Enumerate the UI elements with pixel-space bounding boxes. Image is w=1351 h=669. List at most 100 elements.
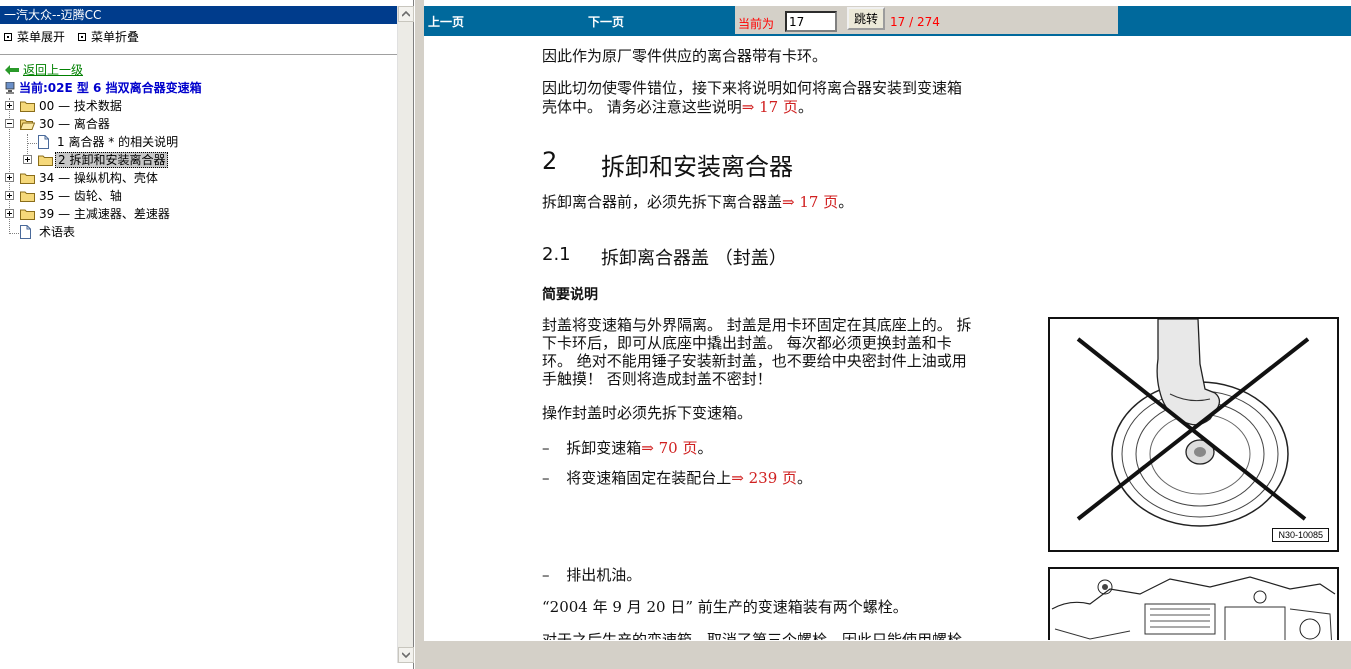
back-link-label: 返回上一级 bbox=[23, 63, 84, 77]
back-link[interactable]: 返回上一级 bbox=[5, 63, 83, 77]
expand-plus-icon[interactable] bbox=[23, 155, 32, 164]
folder-icon bbox=[20, 101, 35, 112]
tree-item-label: 00 — 技术数据 bbox=[39, 99, 122, 113]
navigation-frame: 一汽大众--迈腾CC 菜单展开 菜单折叠 返回上一级 当前:02E 型 6 挡双… bbox=[0, 0, 414, 669]
page-count: 17 / 274 bbox=[890, 15, 940, 29]
current-page-label: 当前为 bbox=[738, 17, 775, 31]
tree-item-label: 30 — 离合器 bbox=[39, 117, 110, 131]
content-frame: 上一页 下一页 当前为 跳转 17 / 274 因此作为原厂零件供应的离合器带有… bbox=[424, 0, 1351, 669]
scroll-up-button[interactable] bbox=[398, 6, 414, 22]
figure-gearbox bbox=[1048, 567, 1339, 640]
expand-plus-icon[interactable] bbox=[5, 191, 14, 200]
bottom-frame-border bbox=[424, 640, 1351, 669]
page-toolbar: 上一页 下一页 当前为 跳转 17 / 274 bbox=[424, 6, 1351, 36]
list-item: – 将变速箱固定在装配台上⇒ 239 页。 bbox=[542, 469, 812, 487]
menu-collapse-label: 菜单折叠 bbox=[91, 30, 140, 44]
divider bbox=[0, 54, 397, 55]
tree-item-00[interactable]: 00 — 技术数据 bbox=[0, 97, 390, 115]
frame-title: 一汽大众--迈腾CC bbox=[0, 6, 397, 24]
list-item-text: 。 bbox=[797, 469, 813, 487]
tree-item-label: 1 离合器 * 的相关说明 bbox=[57, 135, 179, 149]
document-page: 因此作为原厂零件供应的离合器带有卡环。 因此切勿使零件错位，接下来将说明如何将离… bbox=[424, 36, 1351, 640]
tree-item-34[interactable]: 34 — 操纵机构、壳体 bbox=[0, 169, 390, 187]
tree-item-remove-install-clutch[interactable]: 2 拆卸和安装离合器 bbox=[0, 151, 390, 169]
tree-item-glossary[interactable]: 术语表 bbox=[0, 223, 390, 241]
paragraph: 封盖将变速箱与外界隔离。 封盖是用卡环固定在其底座上的。 拆 bbox=[542, 316, 972, 334]
current-section: 当前:02E 型 6 挡双离合器变速箱 bbox=[5, 81, 202, 95]
subsection-number: 2.1 bbox=[542, 244, 571, 265]
expand-plus-icon[interactable] bbox=[5, 101, 14, 110]
paragraph: 操作封盖时必须先拆下变速箱。 bbox=[542, 404, 753, 422]
paragraph: 环。 绝对不能用锤子安装新封盖，也不要给中央密封件上油或用 bbox=[542, 352, 967, 370]
list-item: – 排出机油。 bbox=[542, 566, 641, 584]
page-reference-link[interactable]: ⇒ 239 页 bbox=[731, 469, 797, 487]
tree-item-39[interactable]: 39 — 主减速器、差速器 bbox=[0, 205, 390, 223]
frame-splitter[interactable] bbox=[414, 0, 424, 669]
back-arrow-icon bbox=[5, 65, 19, 75]
folder-icon bbox=[38, 155, 53, 166]
tree-item-label: 35 — 齿轮、轴 bbox=[39, 189, 122, 203]
list-item: – 拆卸变速箱⇒ 70 页。 bbox=[542, 439, 713, 457]
figure-label: N30-10085 bbox=[1272, 528, 1329, 542]
tree-item-30[interactable]: 30 — 离合器 bbox=[0, 115, 390, 133]
menu-expand-label: 菜单展开 bbox=[17, 30, 66, 44]
previous-page-button[interactable]: 上一页 bbox=[428, 13, 464, 30]
collapse-minus-icon[interactable] bbox=[5, 119, 14, 128]
jump-button[interactable]: 跳转 bbox=[847, 7, 885, 30]
folder-icon bbox=[20, 173, 35, 184]
scroll-down-button[interactable] bbox=[398, 647, 414, 663]
computer-icon bbox=[5, 82, 15, 94]
page-jump-panel: 当前为 跳转 17 / 274 bbox=[735, 6, 1118, 34]
list-item-text: 排出机油。 bbox=[566, 566, 642, 584]
paragraph: 拆卸离合器前，必须先拆下离合器盖⇒ 17 页。 bbox=[542, 193, 853, 211]
document-icon bbox=[38, 135, 49, 149]
chevron-up-icon bbox=[402, 11, 410, 17]
gearbox-illustration bbox=[1051, 576, 1336, 640]
paragraph: 手触摸！ 否则将造成封盖不密封！ bbox=[542, 370, 772, 388]
page-number-input[interactable] bbox=[785, 11, 837, 32]
tree-item-label: 39 — 主减速器、差速器 bbox=[39, 207, 170, 221]
section-number: 2 bbox=[542, 147, 558, 175]
square-bullet-icon bbox=[78, 33, 86, 41]
tree-item-label: 34 — 操纵机构、壳体 bbox=[39, 171, 158, 185]
page-reference-link[interactable]: ⇒ 17 页 bbox=[782, 193, 838, 211]
next-page-button[interactable]: 下一页 bbox=[588, 13, 624, 30]
paragraph: 下卡环后，即可从底座中撬出封盖。 每次都必须更换封盖和卡 bbox=[542, 334, 952, 352]
document-icon bbox=[20, 225, 31, 239]
paragraph: 因此作为原厂零件供应的离合器带有卡环。 bbox=[542, 47, 828, 65]
menu-expand-button[interactable]: 菜单展开 bbox=[4, 28, 65, 46]
paragraph-text: 壳体中。 请务必注意这些说明 bbox=[542, 98, 742, 116]
page-reference-link[interactable]: ⇒ 70 页 bbox=[641, 439, 697, 457]
paragraph: 壳体中。 请务必注意这些说明⇒ 17 页。 bbox=[542, 98, 813, 116]
subsection-title: 拆卸离合器盖 （封盖） bbox=[601, 248, 787, 269]
list-item-text: 拆卸变速箱 bbox=[566, 439, 642, 457]
paragraph: 因此切勿使零件错位，接下来将说明如何将离合器安装到变速箱 bbox=[542, 79, 963, 97]
menu-row: 菜单展开 菜单折叠 bbox=[0, 28, 397, 46]
figure-cover-removal: N30-10085 bbox=[1048, 317, 1339, 552]
chevron-down-icon bbox=[402, 652, 410, 658]
dash-bullet: – bbox=[542, 566, 550, 584]
dash-bullet: – bbox=[542, 469, 550, 487]
page-reference-link[interactable]: ⇒ 17 页 bbox=[742, 98, 798, 116]
vertical-scrollbar[interactable] bbox=[397, 6, 414, 663]
paragraph-text: 拆卸离合器前，必须先拆下离合器盖 bbox=[542, 193, 783, 211]
menu-collapse-button[interactable]: 菜单折叠 bbox=[78, 28, 139, 46]
paragraph: 对于之后生产的变速箱，取消了第三个螺栓，因此只能使用螺栓 bbox=[542, 631, 963, 640]
paragraph-text: 。 bbox=[797, 98, 813, 116]
section-title: 拆卸和安装离合器 bbox=[601, 153, 793, 181]
dash-bullet: – bbox=[542, 439, 550, 457]
tree-item-label: 2 拆卸和安装离合器 bbox=[55, 152, 169, 168]
list-item-text: 。 bbox=[697, 439, 713, 457]
current-section-label: 当前:02E 型 6 挡双离合器变速箱 bbox=[19, 81, 202, 95]
paragraph: “2004 年 9 月 20 日” 前生产的变速箱装有两个螺栓。 bbox=[542, 598, 908, 616]
tree-item-clutch-notes[interactable]: 1 离合器 * 的相关说明 bbox=[0, 133, 390, 151]
expand-plus-icon[interactable] bbox=[5, 209, 14, 218]
open-folder-icon bbox=[20, 119, 35, 130]
expand-plus-icon[interactable] bbox=[5, 173, 14, 182]
tree-item-label: 术语表 bbox=[39, 225, 76, 239]
folder-icon bbox=[20, 209, 35, 220]
list-item-text: 将变速箱固定在装配台上 bbox=[566, 469, 732, 487]
clutch-cover-illustration bbox=[1076, 318, 1310, 527]
tree-item-35[interactable]: 35 — 齿轮、轴 bbox=[0, 187, 390, 205]
square-bullet-icon bbox=[4, 33, 12, 41]
